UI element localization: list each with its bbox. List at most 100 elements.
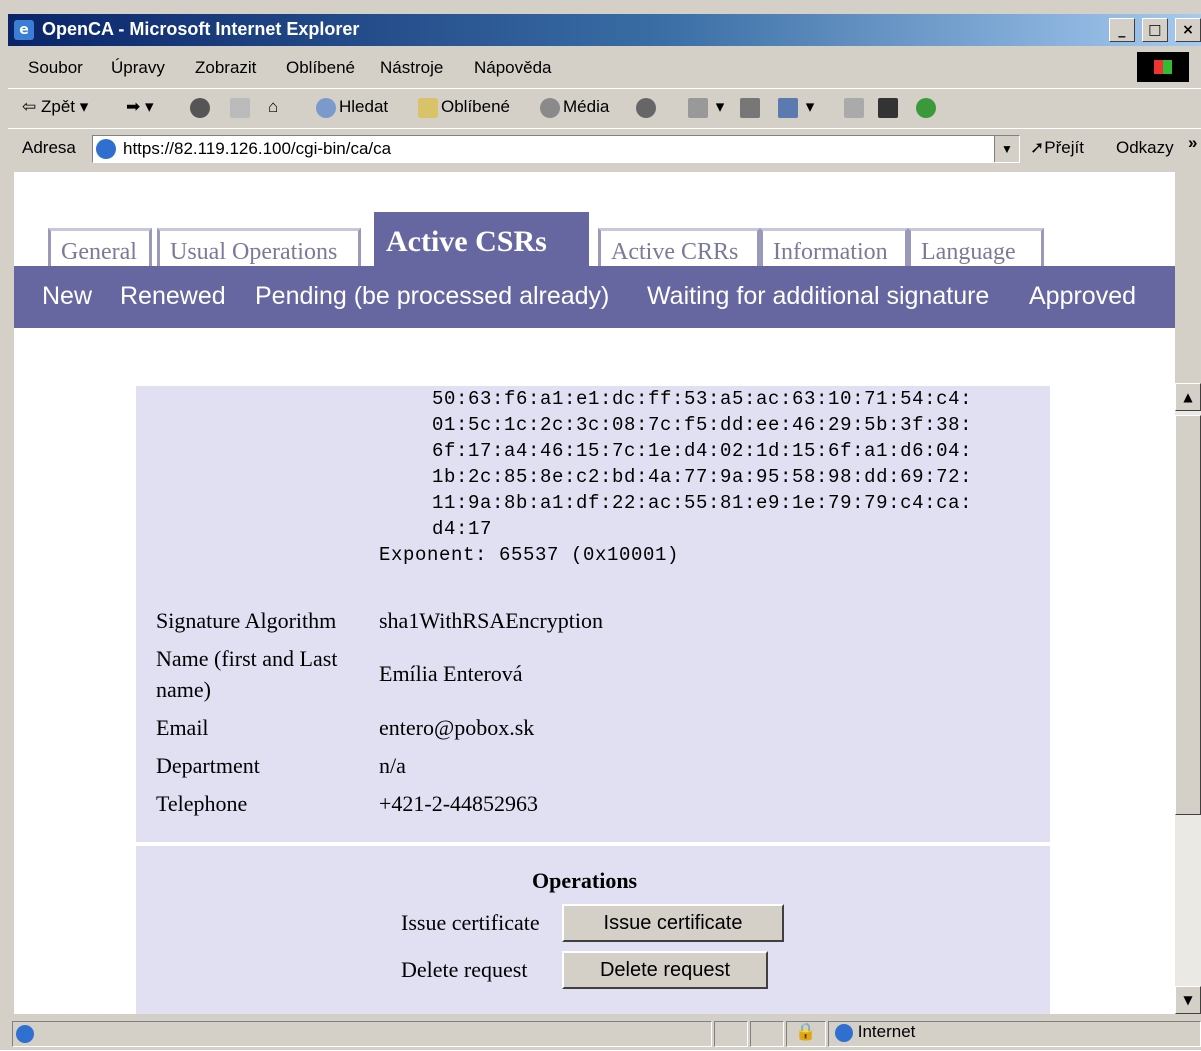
field-value-department: n/a [379, 753, 406, 778]
search-label: Hledat [339, 97, 389, 116]
tab-information[interactable]: Information [760, 228, 908, 268]
addon-button[interactable] [916, 97, 939, 118]
back-button[interactable]: ⇦ Zpět ▾ [22, 97, 88, 117]
exponent-line: Exponent: 65537 (0x10001) [379, 544, 680, 566]
history-icon [636, 97, 656, 118]
issue-certificate-button[interactable]: Issue certificate [562, 904, 784, 942]
delete-request-button[interactable]: Delete request [562, 951, 768, 989]
favorites-label: Oblíbené [441, 97, 510, 116]
operations-title: Operations [532, 868, 638, 893]
lock-icon: 🔒 [795, 1022, 817, 1041]
search-icon [316, 97, 336, 118]
print-icon [740, 97, 760, 118]
menu-bar: Soubor Úpravy Zobrazit Oblíbené Nástroje… [8, 48, 1201, 86]
issue-certificate-label: Issue certificate [401, 910, 540, 935]
home-button[interactable]: ⌂ [268, 97, 278, 117]
operations-panel: Operations Issue certificate Issue certi… [136, 844, 1050, 1014]
status-bar: 🔒 Internet [8, 1018, 1201, 1050]
csr-details-panel: 50:63:f6:a1:e1:dc:ff:53:a5:ac:63:10:71:5… [136, 386, 1050, 842]
addon-icon [916, 97, 936, 118]
toolbar: ⇦ Zpět ▾ ➡ ▾ ⌂ Hledat Oblíbené Média ▾ ▾ [8, 88, 1201, 129]
field-value-name: Emília Enterová [379, 661, 523, 686]
go-button[interactable]: ➚Přejít [1030, 138, 1084, 158]
mail-icon [688, 97, 708, 118]
discuss-button[interactable] [844, 97, 867, 118]
media-label: Média [563, 97, 610, 116]
go-arrow-icon: ➚ [1030, 138, 1045, 157]
menu-napoveda[interactable]: Nápověda [474, 58, 552, 78]
tab-general[interactable]: General [48, 228, 152, 268]
favorites-button[interactable]: Oblíbené [418, 97, 510, 118]
address-label: Adresa [22, 138, 76, 157]
mail-button[interactable]: ▾ [688, 97, 724, 118]
menu-soubor[interactable]: Soubor [28, 58, 83, 78]
status-cell [750, 1021, 784, 1047]
tab-bar: General Usual Operations Active CSRs Act… [14, 212, 1175, 268]
menu-upravy[interactable]: Úpravy [111, 58, 165, 78]
go-label: Přejít [1044, 138, 1084, 157]
subnav-pending[interactable]: Pending (be processed already) [255, 282, 609, 311]
field-label-name: Name (first and Last [156, 646, 338, 671]
refresh-button[interactable] [230, 97, 253, 118]
menu-oblibene[interactable]: Oblíbené [286, 58, 355, 78]
modulus-line: 1b:2c:85:8e:c2:bd:4a:77:9a:95:58:98:dd:6… [432, 466, 973, 488]
tab-active-crrs[interactable]: Active CRRs [598, 228, 760, 268]
research-icon [878, 97, 898, 118]
vertical-scrollbar[interactable]: ▲ ▼ [1175, 383, 1201, 1014]
forward-button[interactable]: ➡ ▾ [126, 97, 154, 117]
title-bar: e OpenCA - Microsoft Internet Explorer _… [8, 14, 1201, 46]
field-label-telephone: Telephone [156, 791, 248, 816]
status-text-cell [12, 1021, 712, 1047]
field-value-email: entero@pobox.sk [379, 715, 535, 740]
close-button[interactable]: × [1175, 18, 1201, 42]
subnav-new[interactable]: New [42, 282, 92, 311]
edit-button[interactable]: ▾ [778, 97, 814, 118]
address-input[interactable]: https://82.119.126.100/cgi-bin/ca/ca ▼ [92, 135, 1020, 163]
scroll-down-button[interactable]: ▼ [1175, 986, 1201, 1014]
field-label-department: Department [156, 753, 260, 778]
window-controls: _ □ × [1107, 18, 1201, 42]
back-arrow-icon: ⇦ [22, 97, 37, 116]
tab-active-csrs[interactable]: Active CSRs [374, 212, 589, 268]
address-bar: Adresa https://82.119.126.100/cgi-bin/ca… [8, 128, 1201, 169]
stop-icon [190, 97, 210, 118]
page-status-icon [16, 1025, 34, 1043]
search-button[interactable]: Hledat [316, 97, 388, 118]
media-button[interactable]: Média [540, 97, 609, 118]
subnav-renewed[interactable]: Renewed [120, 282, 226, 311]
page-content: General Usual Operations Active CSRs Act… [14, 172, 1175, 1014]
menu-nastroje[interactable]: Nástroje [380, 58, 443, 78]
address-dropdown[interactable]: ▼ [994, 136, 1019, 162]
menu-zobrazit[interactable]: Zobrazit [195, 58, 256, 78]
ie-icon: e [14, 20, 34, 40]
history-button[interactable] [636, 97, 659, 118]
field-value-signature-algorithm: sha1WithRSAEncryption [379, 608, 603, 633]
ssl-lock-cell: 🔒 [786, 1021, 826, 1047]
links-button[interactable]: Odkazy [1116, 138, 1174, 158]
subnav-approved[interactable]: Approved [1029, 282, 1136, 311]
windows-logo-icon [1137, 52, 1189, 82]
modulus-line: 6f:17:a4:46:15:7c:1e:d4:02:1d:15:6f:a1:d… [432, 440, 973, 462]
window-title: OpenCA - Microsoft Internet Explorer [42, 19, 360, 39]
status-cell [714, 1021, 748, 1047]
discuss-icon [844, 97, 864, 118]
tab-language[interactable]: Language [908, 228, 1044, 268]
minimize-button[interactable]: _ [1108, 18, 1135, 42]
delete-request-label: Delete request [401, 957, 528, 982]
scroll-up-button[interactable]: ▲ [1175, 383, 1201, 411]
favorites-icon [418, 97, 438, 118]
field-label-signature-algorithm: Signature Algorithm [156, 608, 337, 633]
subnav-waiting[interactable]: Waiting for additional signature [647, 282, 989, 311]
stop-button[interactable] [190, 97, 213, 118]
maximize-button[interactable]: □ [1141, 18, 1168, 42]
modulus-line: 50:63:f6:a1:e1:dc:ff:53:a5:ac:63:10:71:5… [432, 388, 973, 410]
address-url: https://82.119.126.100/cgi-bin/ca/ca [123, 139, 392, 158]
print-button[interactable] [740, 97, 763, 118]
tab-usual-operations[interactable]: Usual Operations [157, 228, 361, 268]
field-value-telephone: +421-2-44852963 [379, 791, 539, 816]
scroll-thumb[interactable] [1175, 415, 1201, 815]
forward-arrow-icon: ➡ [126, 97, 141, 116]
refresh-icon [230, 97, 250, 118]
chevron-right-icon[interactable]: » [1188, 133, 1197, 153]
research-button[interactable] [878, 97, 901, 118]
